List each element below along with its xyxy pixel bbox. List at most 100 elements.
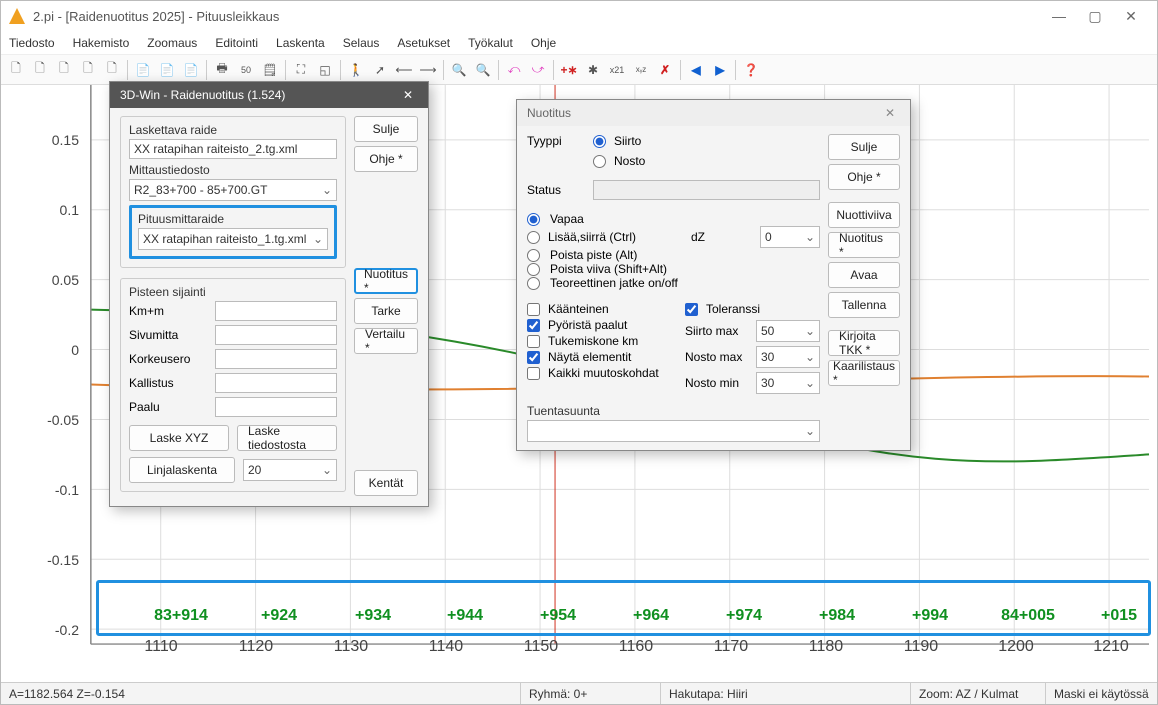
maximize-button[interactable]: ▢ — [1077, 2, 1113, 30]
button-sulje[interactable]: Sulje — [354, 116, 418, 142]
input-kall[interactable] — [215, 373, 337, 393]
xtick: 1200 — [998, 638, 1034, 656]
tool-open-icon[interactable]: 🗋 — [29, 59, 51, 81]
tool-plus-icon[interactable]: +∗ — [558, 59, 580, 81]
label-laskettava: Laskettava raide — [129, 123, 337, 137]
check-nayta[interactable]: Näytä elementit — [527, 350, 679, 364]
tool-walk-icon[interactable]: 🚶 — [345, 59, 367, 81]
button-tallenna[interactable]: Tallenna — [828, 292, 900, 318]
label-tuent: Tuentasuunta — [527, 404, 820, 418]
button-vertailu[interactable]: Vertailu * — [354, 328, 418, 354]
tool-select-icon[interactable]: ◱ — [314, 59, 336, 81]
tool-undo-icon[interactable]: ⤺ — [503, 59, 525, 81]
menu-editointi[interactable]: Editointi — [215, 36, 258, 50]
tool-redo-icon[interactable]: ⤻ — [527, 59, 549, 81]
check-tol[interactable]: Toleranssi — [685, 302, 820, 316]
close-button[interactable]: ✕ — [1113, 2, 1149, 30]
button-kentat[interactable]: Kentät — [354, 470, 418, 496]
check-kaant[interactable]: Käänteinen — [527, 302, 679, 316]
label-kork: Korkeusero — [129, 352, 209, 366]
check-tuke[interactable]: Tukemiskone km — [527, 334, 679, 348]
select-tuent[interactable] — [527, 420, 820, 442]
menu-ohje[interactable]: Ohje — [531, 36, 556, 50]
button-tarke[interactable]: Tarke — [354, 298, 418, 324]
tool-check-icon[interactable]: ✗ — [654, 59, 676, 81]
radio-poistav[interactable]: Poista viiva (Shift+Alt) — [527, 262, 820, 276]
input-sivu[interactable] — [215, 325, 337, 345]
check-pyor[interactable]: Pyöristä paalut — [527, 318, 679, 332]
tool-fit-icon[interactable]: ⛶ — [290, 59, 312, 81]
station: 83+914 — [154, 607, 208, 625]
close-icon[interactable]: ✕ — [880, 106, 900, 120]
button-kirjoita-tkk[interactable]: Kirjoita TKK * — [828, 330, 900, 356]
tool-page3-icon[interactable]: 📄 — [180, 59, 202, 81]
ytick: -0.05 — [19, 412, 79, 428]
radio-lisaa[interactable]: Lisää,siirrä (Ctrl) — [527, 230, 636, 244]
menu-zoomaus[interactable]: Zoomaus — [147, 36, 197, 50]
status-zoom: Zoom: AZ / Kulmat — [911, 683, 1046, 704]
select-mittaus[interactable]: R2_83+700 - 85+700.GT — [129, 179, 337, 201]
input-kmm[interactable] — [215, 301, 337, 321]
tool-help-icon[interactable]: ❓ — [740, 59, 762, 81]
menu-tiedosto[interactable]: Tiedosto — [9, 36, 55, 50]
dialog-nuotitus[interactable]: Nuotitus ✕ Tyyppi Siirto Nosto Status Va… — [516, 99, 911, 451]
tool-arrow-right-icon[interactable]: ⟶ — [417, 59, 439, 81]
tool-cross-icon[interactable]: ✱ — [582, 59, 604, 81]
button-lasketied[interactable]: Laske tiedostosta — [237, 425, 337, 451]
button-nuotitus[interactable]: Nuotitus * — [354, 268, 418, 294]
tool-page2-icon[interactable]: 📄 — [156, 59, 178, 81]
tool-page1-icon[interactable]: 📄 — [132, 59, 154, 81]
button-ohje[interactable]: Ohje * — [828, 164, 900, 190]
menu-hakemisto[interactable]: Hakemisto — [73, 36, 130, 50]
input-paalu[interactable] — [215, 397, 337, 417]
radio-teor[interactable]: Teoreettinen jatke on/off — [527, 276, 820, 290]
dialog-title-text: 3D-Win - Raidenuotitus (1.524) — [120, 88, 285, 102]
tool-xyz-icon[interactable]: xᵧz — [630, 59, 652, 81]
tool-new-icon[interactable]: 🗋 — [5, 59, 27, 81]
tool-play-left-icon[interactable]: ◀ — [685, 59, 707, 81]
tool-zoom-out-icon[interactable]: 🔍 — [448, 59, 470, 81]
tool-zoom-in-icon[interactable]: 🔍 — [472, 59, 494, 81]
button-nuotitus[interactable]: Nuotitus * — [828, 232, 900, 258]
button-linja[interactable]: Linjalaskenta — [129, 457, 235, 483]
select-nostomax[interactable]: 30 — [756, 346, 820, 368]
tool-fifty-icon[interactable]: 50 — [235, 59, 257, 81]
button-nuottiviiva[interactable]: Nuottiviiva — [828, 202, 900, 228]
tool-arrow-left-icon[interactable]: ⟵ — [393, 59, 415, 81]
check-kaikki[interactable]: Kaikki muutoskohdat — [527, 366, 679, 380]
radio-vapaa[interactable]: Vapaa — [527, 212, 820, 226]
value-laskettava: XX ratapihan raiteisto_2.tg.xml — [129, 139, 337, 159]
tool-cal-icon[interactable]: 🗒 — [259, 59, 281, 81]
tool-print-icon[interactable]: 🖶 — [211, 59, 233, 81]
tool-doc2-icon[interactable]: 🗋 — [101, 59, 123, 81]
menu-asetukset[interactable]: Asetukset — [397, 36, 450, 50]
menu-laskenta[interactable]: Laskenta — [276, 36, 325, 50]
menu-tyokalut[interactable]: Työkalut — [468, 36, 513, 50]
tool-x21-icon[interactable]: x21 — [606, 59, 628, 81]
tool-doc-icon[interactable]: 🗋 — [77, 59, 99, 81]
close-icon[interactable]: ✕ — [398, 88, 418, 102]
dialog-title[interactable]: Nuotitus ✕ — [517, 100, 910, 126]
tool-play-right-icon[interactable]: ▶ — [709, 59, 731, 81]
tool-save-icon[interactable]: 🗋 — [53, 59, 75, 81]
select-siirtomax[interactable]: 50 — [756, 320, 820, 342]
button-avaa[interactable]: Avaa — [828, 262, 900, 288]
dialog-title[interactable]: 3D-Win - Raidenuotitus (1.524) ✕ — [110, 82, 428, 108]
select-linja[interactable]: 20 — [243, 459, 337, 481]
radio-nosto[interactable]: Nosto — [593, 154, 645, 168]
radio-siirto[interactable]: Siirto — [593, 134, 641, 148]
button-laskexyz[interactable]: Laske XYZ — [129, 425, 229, 451]
tool-arrow-up-icon[interactable]: ➚ — [369, 59, 391, 81]
button-sulje[interactable]: Sulje — [828, 134, 900, 160]
xtick: 1170 — [714, 638, 748, 656]
menu-selaus[interactable]: Selaus — [343, 36, 380, 50]
input-kork[interactable] — [215, 349, 337, 369]
button-ohje[interactable]: Ohje * — [354, 146, 418, 172]
select-dz[interactable]: 0 — [760, 226, 820, 248]
select-nostomin[interactable]: 30 — [756, 372, 820, 394]
button-kaarilistaus[interactable]: Kaarilistaus * — [828, 360, 900, 386]
dialog-raidenuotitus[interactable]: 3D-Win - Raidenuotitus (1.524) ✕ Laskett… — [109, 81, 429, 507]
select-pituus[interactable]: XX ratapihan raiteisto_1.tg.xml — [138, 228, 328, 250]
radio-poistap[interactable]: Poista piste (Alt) — [527, 248, 820, 262]
minimize-button[interactable]: — — [1041, 2, 1077, 30]
